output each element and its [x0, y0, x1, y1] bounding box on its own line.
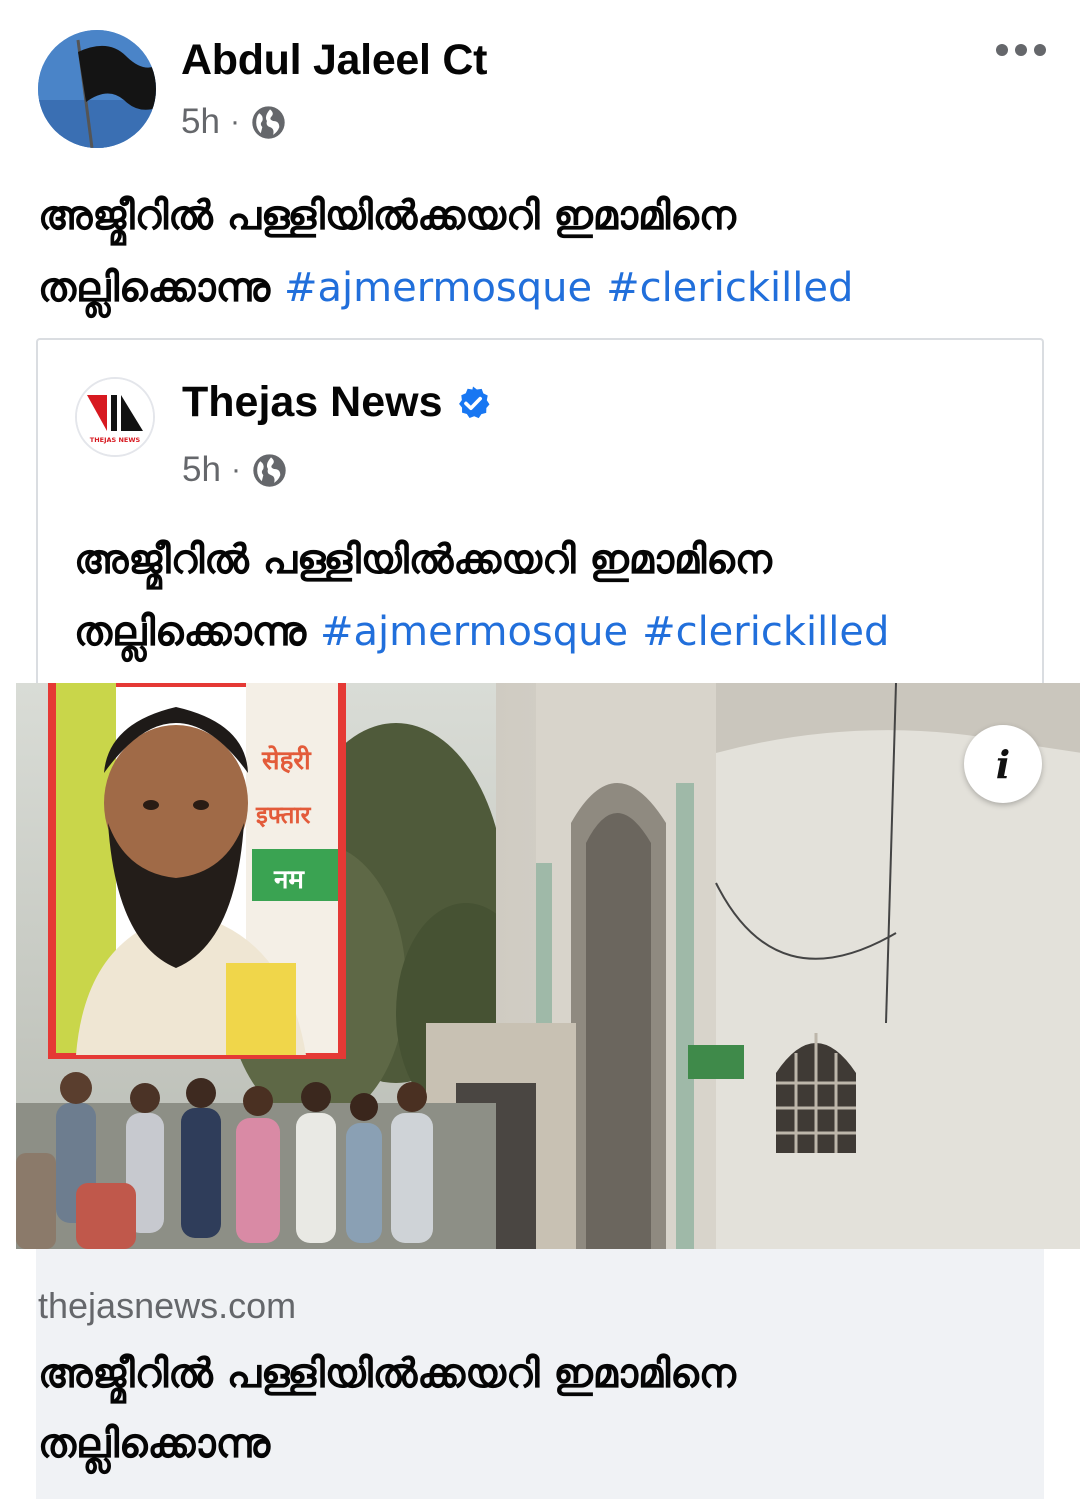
- more-dot: [1015, 44, 1027, 56]
- shared-text-line-2-words: തല്ലിക്കൊന്നു: [74, 609, 307, 655]
- shared-post-text: അജ്മീറിൽ പള്ളിയിൽക്കയറി ഇമാമിനെ തല്ലിക്ക…: [74, 524, 1034, 668]
- thejas-news-logo[interactable]: THEJAS NEWS: [75, 377, 155, 457]
- meta-separator: ·: [229, 105, 240, 138]
- post-meta: 5h ·: [181, 100, 287, 144]
- thejas-logo-text: THEJAS NEWS: [90, 436, 141, 444]
- post-text-line-2: തല്ലിക്കൊന്നു #ajmermosque #clerickilled: [38, 252, 1048, 324]
- shared-post-meta: 5h ·: [182, 448, 288, 492]
- hashtag-clerickilled[interactable]: #clerickilled: [642, 609, 889, 655]
- hashtag-ajmermosque[interactable]: #ajmermosque: [284, 265, 592, 311]
- shared-text-line-2: തല്ലിക്കൊന്നു #ajmermosque #clerickilled: [74, 596, 1034, 668]
- link-title-line-1: അജ്മീറിൽ പള്ളിയിൽക്കയറി ഇമാമിനെ: [38, 1351, 736, 1397]
- link-title: അജ്മീറിൽ പള്ളിയിൽക്കയറി ഇമാമിനെ തല്ലിക്ക…: [36, 1339, 1016, 1479]
- more-dot: [996, 44, 1008, 56]
- inset-sign-text-3: नम: [273, 865, 305, 895]
- inset-sign-text-1: सेहरी: [261, 745, 312, 776]
- mosque-scene-image: सेहरी इफ्तार नम: [16, 683, 1080, 1249]
- link-preview-footer[interactable]: thejasnews.com അജ്മീറിൽ പള്ളിയിൽക്കയറി ഇ…: [36, 1249, 1044, 1499]
- inset-sign-text-2: इफ्तार: [255, 801, 312, 829]
- post-time[interactable]: 5h: [181, 102, 220, 142]
- link-domain: thejasnews.com: [38, 1285, 297, 1326]
- post-text-line-1: അജ്മീറിൽ പള്ളിയിൽക്കയറി ഇമാമിനെ: [38, 193, 736, 239]
- shared-text-line-1: അജ്മീറിൽ പള്ളിയിൽക്കയറി ഇമാമിനെ: [74, 537, 772, 583]
- shared-page-name[interactable]: Thejas News: [182, 378, 443, 427]
- hashtag-ajmermosque[interactable]: #ajmermosque: [320, 609, 628, 655]
- shared-post-time[interactable]: 5h: [182, 450, 221, 490]
- verified-badge-icon: [458, 386, 489, 418]
- globe-icon[interactable]: [250, 104, 287, 141]
- thejas-logo-image: THEJAS NEWS: [77, 379, 153, 455]
- post-text-line-2-words: തല്ലിക്കൊന്നു: [38, 265, 271, 311]
- shared-post-card: THEJAS NEWS Thejas News 5h · അജ്മീറിൽ പള…: [16, 338, 1080, 1499]
- globe-icon[interactable]: [251, 452, 288, 489]
- author-avatar[interactable]: [38, 30, 156, 148]
- hashtag-clerickilled[interactable]: #clerickilled: [606, 265, 853, 311]
- post-header: Abdul Jaleel Ct 5h ·: [0, 0, 1080, 160]
- info-button[interactable]: i: [964, 725, 1042, 803]
- link-preview-image[interactable]: सेहरी इफ्तार नम i: [16, 683, 1080, 1249]
- shared-page-name-row: Thejas News: [182, 378, 491, 427]
- meta-separator: ·: [230, 453, 241, 486]
- more-dot: [1034, 44, 1046, 56]
- black-flag-avatar-image: [38, 30, 156, 148]
- author-name[interactable]: Abdul Jaleel Ct: [181, 36, 487, 85]
- more-options-button[interactable]: [985, 28, 1057, 72]
- post-text: അജ്മീറിൽ പള്ളിയിൽക്കയറി ഇമാമിനെ തല്ലിക്ക…: [38, 180, 1048, 324]
- link-title-line-2: തല്ലിക്കൊന്നു: [38, 1421, 271, 1467]
